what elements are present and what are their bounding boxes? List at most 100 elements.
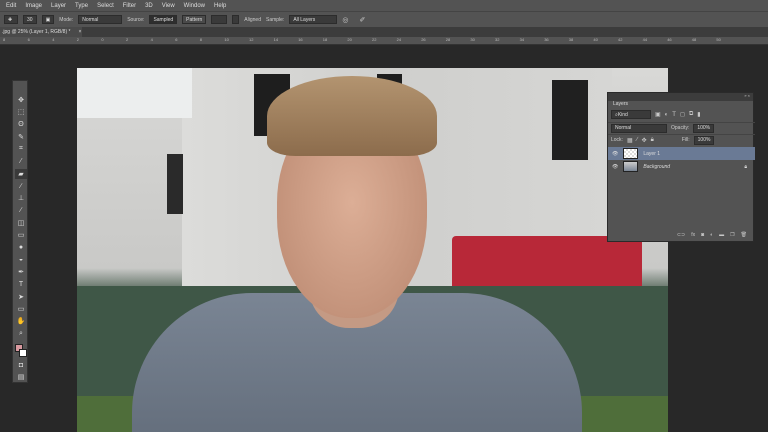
hand-tool-icon[interactable]: ✋ xyxy=(15,316,27,326)
sky xyxy=(77,68,192,118)
filter-adjustment-icon[interactable]: ◐ xyxy=(665,112,669,118)
menu-item-help[interactable]: Help xyxy=(214,3,226,9)
close-tab-icon[interactable]: × xyxy=(78,29,81,35)
aligned-checkbox[interactable] xyxy=(232,15,240,24)
quick-mask-icon[interactable]: ◘ xyxy=(15,360,27,370)
pressure-icon[interactable]: ✐ xyxy=(359,16,365,24)
horizontal-ruler[interactable]: 8 6 4 2 0 2 4 6 8 10 12 14 16 18 20 22 24 26 28 30 32 34 36 38 4… xyxy=(0,37,768,45)
pattern-picker[interactable] xyxy=(211,15,228,24)
eye-icon[interactable]: 👁︎ xyxy=(612,151,618,157)
layer-filter-select[interactable]: ⌕ Kind xyxy=(611,110,651,119)
screen-mode-icon[interactable]: ▤ xyxy=(15,372,27,382)
quick-select-tool-icon[interactable]: ✎ xyxy=(15,132,27,142)
layer-thumbnail xyxy=(623,161,639,172)
menu-item-type[interactable]: Type xyxy=(75,3,88,9)
filter-smart-object-icon[interactable]: ⧉ xyxy=(689,111,693,118)
layers-tab[interactable]: Layers xyxy=(610,101,632,108)
filter-type-icon[interactable]: T xyxy=(672,112,676,118)
document-canvas[interactable] xyxy=(77,68,668,432)
adjustment-layer-icon[interactable]: ◐ xyxy=(710,232,713,238)
ruler-tick-label: 4 xyxy=(52,37,55,42)
move-tool-icon[interactable]: ✥ xyxy=(15,95,27,105)
background-color-swatch[interactable] xyxy=(19,349,27,357)
link-layers-icon[interactable]: ⊂⊃ xyxy=(677,232,685,238)
filter-shape-icon[interactable]: ◻ xyxy=(680,111,685,118)
mode-select[interactable]: Normal xyxy=(78,15,123,24)
clone-stamp-tool-icon[interactable]: ⊥ xyxy=(15,193,27,203)
lock-icon: 🔒︎ xyxy=(744,163,747,170)
ruler-tick-label: 22 xyxy=(372,37,377,42)
healing-brush-tool-icon[interactable]: ▰ xyxy=(15,168,27,179)
dodge-tool-icon[interactable]: ◒ xyxy=(15,255,27,265)
crop-tool-icon[interactable]: ⌗ xyxy=(15,144,27,154)
source-sampled-button[interactable]: Sampled xyxy=(149,15,178,24)
lock-transparent-icon[interactable]: ▦ xyxy=(627,137,633,144)
ruler-tick-label: 50 xyxy=(716,37,721,42)
ruler-tick-label: 20 xyxy=(347,37,352,42)
new-group-icon[interactable]: ▬ xyxy=(719,232,724,238)
blend-mode-select[interactable]: Normal xyxy=(611,123,667,133)
ruler-tick-label: 6 xyxy=(27,37,30,42)
new-layer-icon[interactable]: ❐ xyxy=(730,232,734,238)
ruler-tick-label: 32 xyxy=(495,37,500,42)
filter-toggle-icon[interactable]: ▮ xyxy=(697,111,700,118)
ruler-tick-label: 14 xyxy=(273,37,279,42)
menu-item-layer[interactable]: Layer xyxy=(51,3,66,9)
rectangle-tool-icon[interactable]: ▭ xyxy=(15,304,27,314)
eraser-tool-icon[interactable]: ◫ xyxy=(15,218,27,228)
source-label: Source: xyxy=(127,16,145,23)
menu-item-select[interactable]: Select xyxy=(97,3,114,9)
eyedropper-tool-icon[interactable]: ⁄ xyxy=(15,157,27,167)
lock-all-icon[interactable]: 🔒︎ xyxy=(651,137,654,144)
brush-size-picker[interactable]: 30 xyxy=(23,15,37,24)
lock-position-icon[interactable]: ✥ xyxy=(642,137,647,144)
opacity-input[interactable]: 100% xyxy=(693,123,715,133)
ruler-tick-label: 10 xyxy=(224,37,229,42)
hair xyxy=(267,76,437,156)
ruler-tick-label: 2 xyxy=(126,37,129,42)
gradient-tool-icon[interactable]: ▭ xyxy=(15,230,27,240)
options-bar: ✚ 30 ▣ Mode: Normal Source: Sampled Patt… xyxy=(0,11,768,27)
lock-image-icon[interactable]: ∕ xyxy=(637,137,638,143)
pen-tool-icon[interactable]: ✒ xyxy=(15,267,27,277)
layer-thumbnail xyxy=(623,148,639,159)
menu-item-window[interactable]: Window xyxy=(184,3,205,9)
brush-tool-icon[interactable]: ∕ xyxy=(15,181,27,191)
ruler-tick-label: 16 xyxy=(298,37,303,42)
filter-pixel-icon[interactable]: ▣ xyxy=(655,111,661,118)
menu-item-image[interactable]: Image xyxy=(25,3,42,9)
layer-row[interactable]: 👁︎ Layer 1 xyxy=(608,147,755,160)
ruler-tick-label: 30 xyxy=(470,37,475,42)
source-pattern-button[interactable]: Pattern xyxy=(182,15,207,24)
layer-row[interactable]: 👁︎ Background 🔒︎ xyxy=(608,160,755,173)
add-mask-icon[interactable]: ◙ xyxy=(701,232,704,238)
history-brush-tool-icon[interactable]: ∕ xyxy=(15,206,27,216)
path-select-tool-icon[interactable]: ➤ xyxy=(15,292,27,302)
menu-item-view[interactable]: View xyxy=(162,3,175,9)
ignore-adjustment-layers-icon[interactable]: ◎ xyxy=(342,16,348,24)
fx-icon[interactable]: fx xyxy=(691,232,695,238)
fill-input[interactable]: 100% xyxy=(693,135,715,145)
eye-icon[interactable]: 👁︎ xyxy=(612,164,618,170)
panel-footer: ⊂⊃ fx ◙ ◐ ▬ ❐ 🗑︎ xyxy=(608,230,755,240)
menu-bar: Edit Image Layer Type Select Filter 3D View Wind… xyxy=(0,0,768,11)
zoom-tool-icon[interactable]: ⌕ xyxy=(15,329,27,339)
lock-label: Lock: xyxy=(611,137,623,143)
sample-select[interactable]: All Layers xyxy=(289,15,338,24)
lasso-tool-icon[interactable]: ʘ xyxy=(15,120,27,130)
ruler-tick-label: 18 xyxy=(322,37,328,42)
menu-item-3d[interactable]: 3D xyxy=(145,3,153,9)
tools-panel: ◘ ▤ ✥ ⬚ ʘ ✎ ⌗ ⁄ ▰ ∕ ⊥ ∕ ◫ ▭ ● ◒ ✒ T ➤ ▭ ✋ ⌕ xyxy=(12,80,28,383)
delete-layer-icon[interactable]: 🗑︎ xyxy=(741,232,747,238)
document-tab[interactable]: .jpg @ 25% (Layer 1, RGB/8) * × xyxy=(0,27,82,37)
menu-item-edit[interactable]: Edit xyxy=(6,3,16,9)
filter-value: Kind xyxy=(617,111,628,118)
document-tab-bar: .jpg @ 25% (Layer 1, RGB/8) * × xyxy=(0,27,768,37)
tool-preset-picker[interactable]: ✚ xyxy=(4,15,18,24)
menu-item-filter[interactable]: Filter xyxy=(123,3,136,9)
marquee-tool-icon[interactable]: ⬚ xyxy=(15,107,27,117)
clone-source-panel-icon[interactable]: ▣ xyxy=(41,15,55,24)
blur-tool-icon[interactable]: ● xyxy=(15,243,27,253)
type-tool-icon[interactable]: T xyxy=(15,280,27,290)
window xyxy=(552,80,588,160)
